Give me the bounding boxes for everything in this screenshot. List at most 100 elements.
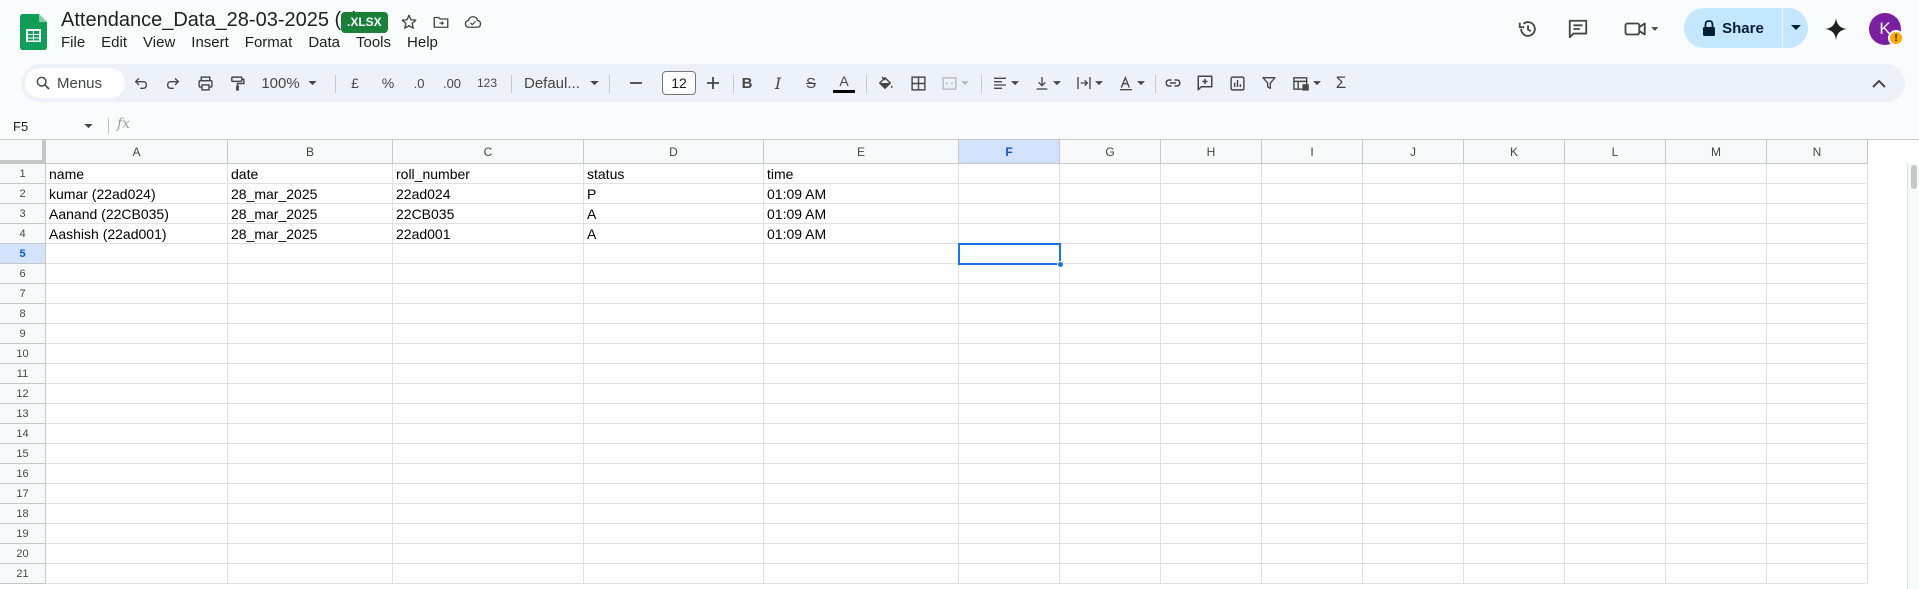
cell-k11[interactable] xyxy=(1464,364,1565,384)
cell-f11[interactable] xyxy=(959,364,1060,384)
cell-l21[interactable] xyxy=(1565,564,1666,584)
cell-l7[interactable] xyxy=(1565,284,1666,304)
cell-i7[interactable] xyxy=(1262,284,1363,304)
zoom-select[interactable]: 100% xyxy=(259,71,319,95)
cell-a8[interactable] xyxy=(46,304,228,324)
row-header-19[interactable]: 19 xyxy=(0,524,46,544)
cell-g5[interactable] xyxy=(1060,244,1161,264)
cell-j17[interactable] xyxy=(1363,484,1464,504)
cell-e18[interactable] xyxy=(764,504,959,524)
comments-icon[interactable] xyxy=(1562,13,1594,45)
cell-a9[interactable] xyxy=(46,324,228,344)
cell-m5[interactable] xyxy=(1666,244,1767,264)
cell-d14[interactable] xyxy=(584,424,764,444)
borders-icon[interactable] xyxy=(906,71,930,95)
cell-m12[interactable] xyxy=(1666,384,1767,404)
cell-e2[interactable]: 01:09 AM xyxy=(764,184,959,204)
cell-b7[interactable] xyxy=(228,284,393,304)
cell-k15[interactable] xyxy=(1464,444,1565,464)
cell-b14[interactable] xyxy=(228,424,393,444)
cell-j8[interactable] xyxy=(1363,304,1464,324)
cell-g6[interactable] xyxy=(1060,264,1161,284)
cell-i13[interactable] xyxy=(1262,404,1363,424)
cell-c20[interactable] xyxy=(393,544,584,564)
vertical-scrollbar[interactable] xyxy=(1907,163,1919,589)
column-header-l[interactable]: L xyxy=(1565,140,1666,164)
cell-b12[interactable] xyxy=(228,384,393,404)
cell-n3[interactable] xyxy=(1767,204,1868,224)
row-header-7[interactable]: 7 xyxy=(0,284,46,304)
cell-d12[interactable] xyxy=(584,384,764,404)
decrease-decimal-button[interactable]: .0 xyxy=(407,71,431,95)
cell-g7[interactable] xyxy=(1060,284,1161,304)
filter-icon[interactable] xyxy=(1257,71,1281,95)
menu-insert[interactable]: Insert xyxy=(183,32,237,54)
cell-n17[interactable] xyxy=(1767,484,1868,504)
cell-m18[interactable] xyxy=(1666,504,1767,524)
cell-f10[interactable] xyxy=(959,344,1060,364)
cell-h13[interactable] xyxy=(1161,404,1262,424)
cell-f1[interactable] xyxy=(959,164,1060,184)
cell-e16[interactable] xyxy=(764,464,959,484)
cell-j9[interactable] xyxy=(1363,324,1464,344)
cell-j1[interactable] xyxy=(1363,164,1464,184)
cell-i18[interactable] xyxy=(1262,504,1363,524)
row-header-16[interactable]: 16 xyxy=(0,464,46,484)
cell-n1[interactable] xyxy=(1767,164,1868,184)
print-icon[interactable] xyxy=(193,71,217,95)
cell-m17[interactable] xyxy=(1666,484,1767,504)
cell-a18[interactable] xyxy=(46,504,228,524)
menu-data[interactable]: Data xyxy=(300,32,348,54)
cell-f17[interactable] xyxy=(959,484,1060,504)
cell-a10[interactable] xyxy=(46,344,228,364)
cell-m21[interactable] xyxy=(1666,564,1767,584)
cell-e17[interactable] xyxy=(764,484,959,504)
cell-a21[interactable] xyxy=(46,564,228,584)
cell-d7[interactable] xyxy=(584,284,764,304)
cell-l6[interactable] xyxy=(1565,264,1666,284)
cell-m8[interactable] xyxy=(1666,304,1767,324)
cell-k9[interactable] xyxy=(1464,324,1565,344)
cell-m7[interactable] xyxy=(1666,284,1767,304)
cell-b1[interactable]: date xyxy=(228,164,393,184)
cell-f21[interactable] xyxy=(959,564,1060,584)
sheets-logo-icon[interactable] xyxy=(20,14,47,50)
cell-m2[interactable] xyxy=(1666,184,1767,204)
cell-a1[interactable]: name xyxy=(46,164,228,184)
column-header-d[interactable]: D xyxy=(584,140,764,164)
font-family-select[interactable]: Defaul... xyxy=(518,71,602,95)
cell-e19[interactable] xyxy=(764,524,959,544)
cell-f20[interactable] xyxy=(959,544,1060,564)
undo-icon[interactable] xyxy=(129,71,153,95)
cell-m9[interactable] xyxy=(1666,324,1767,344)
cell-i1[interactable] xyxy=(1262,164,1363,184)
cell-c10[interactable] xyxy=(393,344,584,364)
cell-b3[interactable]: 28_mar_2025 xyxy=(228,204,393,224)
cell-h1[interactable] xyxy=(1161,164,1262,184)
cell-g12[interactable] xyxy=(1060,384,1161,404)
cell-g10[interactable] xyxy=(1060,344,1161,364)
column-header-m[interactable]: M xyxy=(1666,140,1767,164)
horizontal-align-icon[interactable] xyxy=(987,71,1023,95)
cell-k19[interactable] xyxy=(1464,524,1565,544)
cell-e4[interactable]: 01:09 AM xyxy=(764,224,959,244)
column-header-c[interactable]: C xyxy=(393,140,584,164)
cell-d2[interactable]: P xyxy=(584,184,764,204)
percent-format-button[interactable]: % xyxy=(376,71,400,95)
cell-i17[interactable] xyxy=(1262,484,1363,504)
cell-e7[interactable] xyxy=(764,284,959,304)
cell-f6[interactable] xyxy=(959,264,1060,284)
cell-i10[interactable] xyxy=(1262,344,1363,364)
cell-l8[interactable] xyxy=(1565,304,1666,324)
cell-f3[interactable] xyxy=(959,204,1060,224)
cell-j5[interactable] xyxy=(1363,244,1464,264)
cell-a7[interactable] xyxy=(46,284,228,304)
cell-a2[interactable]: kumar (22ad024) xyxy=(46,184,228,204)
cell-a16[interactable] xyxy=(46,464,228,484)
cell-i6[interactable] xyxy=(1262,264,1363,284)
cell-d13[interactable] xyxy=(584,404,764,424)
spreadsheet-grid[interactable]: A B C D E F G H I J K L M N 1 name date roll_number status… xyxy=(0,139,1919,589)
share-dropdown-icon[interactable] xyxy=(1783,8,1808,48)
cell-d3[interactable]: A xyxy=(584,204,764,224)
cell-c19[interactable] xyxy=(393,524,584,544)
